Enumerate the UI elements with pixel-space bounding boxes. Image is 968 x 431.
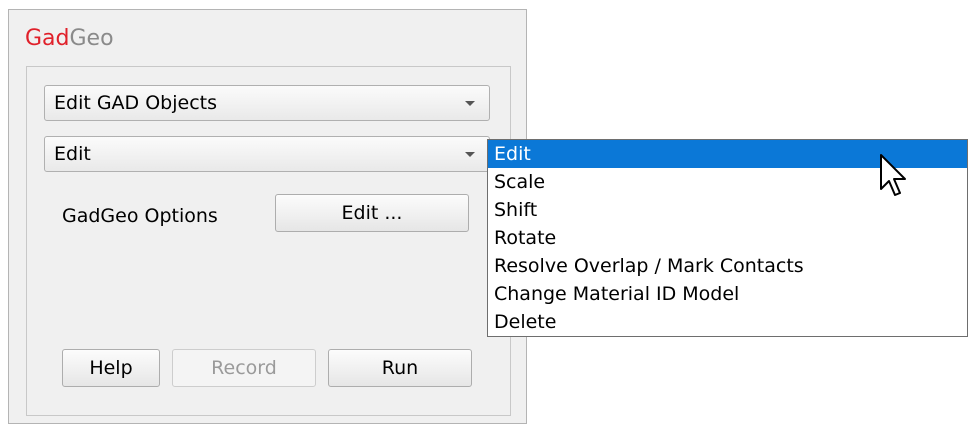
panel-title: GadGeo [25, 24, 114, 54]
object-type-combo[interactable]: Edit GAD Objects [44, 85, 490, 121]
title-part-gad: Gad [25, 26, 70, 51]
arrow-pointer-icon [880, 154, 906, 196]
dropdown-item-change-material[interactable]: Change Material ID Model [488, 280, 967, 308]
chevron-down-icon [465, 101, 475, 106]
title-part-geo: Geo [69, 26, 114, 51]
gadgeo-options-label: GadGeo Options [62, 205, 218, 227]
options-edit-button[interactable]: Edit ... [275, 194, 469, 232]
run-button[interactable]: Run [328, 349, 472, 387]
dropdown-item-rotate[interactable]: Rotate [488, 224, 967, 252]
action-combo[interactable]: Edit [44, 136, 490, 172]
help-button[interactable]: Help [62, 349, 160, 387]
object-type-combo-value: Edit GAD Objects [54, 92, 218, 114]
record-button[interactable]: Record [172, 349, 316, 387]
dropdown-item-delete[interactable]: Delete [488, 308, 967, 336]
action-combo-value: Edit [54, 143, 91, 165]
chevron-down-icon [465, 152, 475, 157]
dropdown-item-resolve-overlap[interactable]: Resolve Overlap / Mark Contacts [488, 252, 967, 280]
